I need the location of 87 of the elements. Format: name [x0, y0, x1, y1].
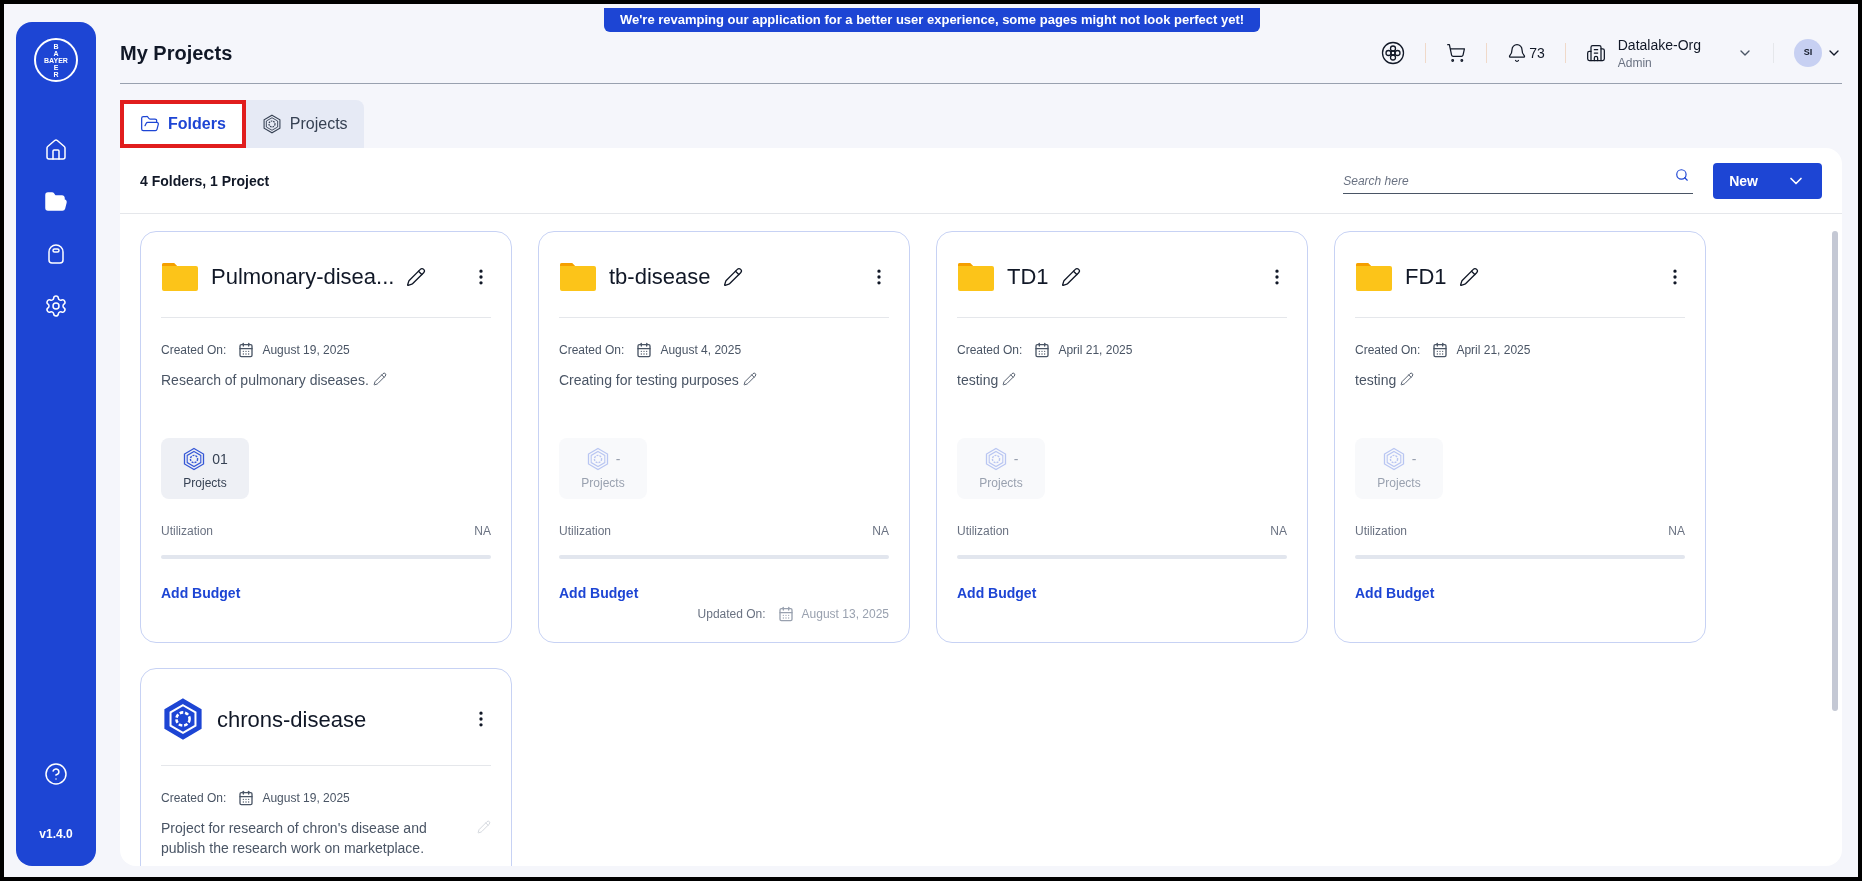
folder-icon: [957, 261, 995, 292]
created-label: Created On:: [161, 342, 227, 358]
folder-card[interactable]: Pulmonary-disea... Created On: August 19, 2025 Research of pulmonary diseases. 01 Projects Utilization NA Add Budget: [140, 231, 512, 643]
utilization-value: NA: [872, 523, 889, 539]
add-budget-link[interactable]: Add Budget: [161, 583, 491, 603]
card-title: TD1: [1007, 263, 1049, 291]
project-count-label: Projects: [979, 474, 1023, 491]
hexagon-gear-icon: [182, 446, 207, 471]
utilization-label: Utilization: [559, 523, 612, 539]
add-budget-link[interactable]: Add Budget: [1355, 583, 1685, 603]
notification-count: 73: [1529, 43, 1545, 63]
calendar-icon: [238, 342, 255, 358]
new-button[interactable]: New: [1713, 162, 1822, 199]
hexagon-gear-icon: [983, 446, 1008, 471]
calendar-icon: [777, 606, 794, 622]
project-count-label: Projects: [581, 474, 625, 491]
created-date: August 19, 2025: [262, 342, 350, 358]
folder-icon: [140, 114, 160, 134]
project-count: 01: [212, 449, 228, 469]
building-icon: [1585, 42, 1606, 63]
project-count-label: Projects: [1377, 474, 1421, 491]
project-count: -: [615, 449, 621, 469]
folder-icon: [1355, 261, 1393, 292]
folder-summary: 4 Folders, 1 Project: [140, 171, 270, 191]
card-description: testing: [957, 371, 999, 390]
page-title: My Projects: [120, 40, 233, 66]
utilization-label: Utilization: [957, 523, 1010, 539]
org-role: Admin: [1617, 54, 1653, 71]
edit-icon[interactable]: [1458, 266, 1479, 287]
updated-label: Updated On:: [697, 606, 766, 622]
card-description: Project for research of chron's disease and publish the research work on marketplace.: [161, 819, 428, 858]
hexagon-gear-icon: [1381, 446, 1406, 471]
edit-icon[interactable]: [406, 266, 427, 287]
calendar-icon: [1432, 342, 1449, 358]
help-icon[interactable]: [44, 762, 68, 786]
search-field[interactable]: Search here: [1343, 172, 1694, 194]
avatar[interactable]: SI: [1794, 38, 1822, 67]
project-card[interactable]: chrons-disease Created On: August 19, 2025 Project for research of chron's disease and publish the research work on marketplace.: [140, 668, 512, 866]
scrollbar[interactable]: [1832, 231, 1838, 711]
created-date: August 19, 2025: [262, 790, 350, 806]
project-count-label: Projects: [183, 474, 227, 491]
updated-date: August 13, 2025: [801, 606, 889, 622]
created-date: April 21, 2025: [1058, 342, 1133, 358]
tab[interactable]: Projects: [245, 100, 364, 148]
edit-icon[interactable]: [722, 266, 743, 287]
card-title: chrons-disease: [217, 705, 367, 734]
tab[interactable]: Folders: [120, 100, 246, 148]
folder-icon: [161, 261, 199, 292]
folder-icon: [559, 261, 597, 292]
version: v1.4.0: [39, 826, 73, 842]
created-date: August 4, 2025: [660, 342, 742, 358]
created-label: Created On:: [1355, 342, 1421, 358]
created-label: Created On:: [559, 342, 625, 358]
settings-icon[interactable]: [44, 294, 68, 318]
created-label: Created On:: [161, 790, 227, 806]
created-label: Created On:: [957, 342, 1023, 358]
hexagon-gear-icon: [261, 114, 282, 134]
search-icon[interactable]: [1675, 167, 1690, 182]
home-icon[interactable]: [44, 138, 68, 162]
folder-icon[interactable]: [44, 190, 68, 214]
add-budget-link[interactable]: Add Budget: [957, 583, 1287, 603]
card-title: FD1: [1405, 263, 1447, 291]
cart-icon[interactable]: [1446, 42, 1467, 63]
card-description: Creating for testing purposes: [559, 371, 739, 390]
card-title: Pulmonary-disea...: [211, 263, 395, 291]
flower-icon[interactable]: [1381, 40, 1406, 65]
project-count: -: [1013, 449, 1019, 469]
hexagon-gear-icon: [161, 697, 205, 741]
banner: We're revamping our application for a better user experience, some pages might not look perfect yet!: [604, 8, 1261, 32]
utilization-value: NA: [474, 523, 491, 539]
utilization-label: Utilization: [1355, 523, 1408, 539]
add-budget-link[interactable]: Add Budget: [559, 583, 889, 603]
card-description: Research of pulmonary diseases.: [161, 371, 369, 390]
utilization-value: NA: [1668, 523, 1685, 539]
calendar-icon: [636, 342, 653, 358]
calendar-icon: [1034, 342, 1051, 358]
utilization-label: Utilization: [161, 523, 214, 539]
utilization-value: NA: [1270, 523, 1287, 539]
hexagon-gear-icon: [585, 446, 610, 471]
calendar-icon: [238, 790, 255, 806]
created-date: April 21, 2025: [1456, 342, 1531, 358]
org-name: Datalake-Org: [1617, 35, 1701, 55]
card-description: testing: [1355, 371, 1397, 390]
edit-icon[interactable]: [1060, 266, 1081, 287]
bell-icon[interactable]: [1507, 42, 1528, 63]
project-count: -: [1411, 449, 1417, 469]
card-title: tb-disease: [609, 263, 711, 291]
